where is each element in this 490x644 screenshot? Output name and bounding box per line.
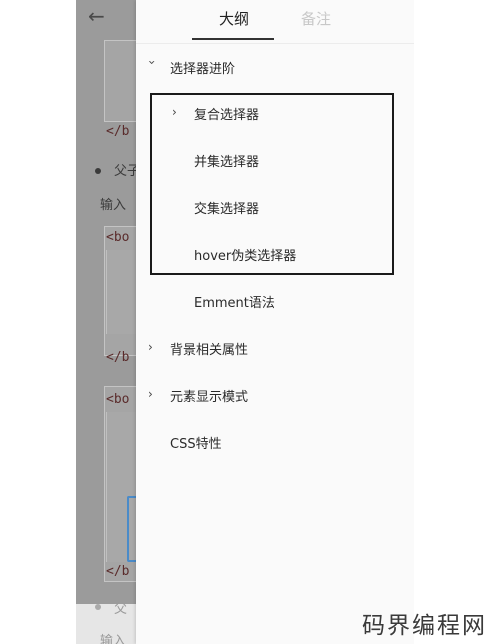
outline-item-label: 选择器进阶 <box>170 62 236 77</box>
drawer-tabs: 大纲 备注 <box>136 0 414 44</box>
code-closing-tag-1: </b <box>106 124 130 139</box>
background-document: ← </b 父子 输入 <bo </b <bo </b <box>76 0 136 644</box>
outline-item-emmet-syntax[interactable]: Emment语法 <box>136 286 414 316</box>
outline-item-label: 元素显示模式 <box>170 390 249 405</box>
chevron-down-icon[interactable]: › <box>145 60 159 72</box>
chevron-right-icon[interactable]: › <box>148 340 160 354</box>
outline-item-background-properties[interactable]: › 背景相关属性 <box>136 333 414 363</box>
chevron-right-icon[interactable]: › <box>148 387 160 401</box>
watermark-text: 码界编程网 <box>362 613 487 639</box>
tab-notes[interactable]: 备注 <box>301 8 331 29</box>
highlight-frame <box>150 93 394 275</box>
input-label: 输入 <box>100 198 127 213</box>
code-closing-tag-2: </b <box>106 350 130 365</box>
outline-item-label: Emment语法 <box>194 296 275 311</box>
code-inner-panel-1 <box>106 250 136 334</box>
bottom-input-label: 输入 <box>100 634 127 644</box>
outline-item-label: 背景相关属性 <box>170 343 249 358</box>
active-tab-indicator <box>192 38 274 40</box>
outline-item-selector-advanced[interactable]: › 选择器进阶 <box>136 52 414 82</box>
outline-item-css-features[interactable]: CSS特性 <box>136 427 414 457</box>
code-panel-1 <box>104 40 136 122</box>
blank-area <box>414 0 490 644</box>
outline-drawer: 大纲 备注 › 选择器进阶 › 复合选择器 并集选择器 交集选择器 hover伪… <box>136 0 414 644</box>
tab-outline[interactable]: 大纲 <box>219 8 249 29</box>
code-closing-tag-3: </b <box>106 564 130 579</box>
input-box-outline <box>127 496 136 562</box>
bullet-icon <box>95 604 101 610</box>
bullet-text: 父子 <box>114 164 136 179</box>
document-footer: 父 输入 <box>76 602 136 644</box>
bottom-bullet-text: 父 <box>114 602 128 617</box>
outline-item-display-mode[interactable]: › 元素显示模式 <box>136 380 414 410</box>
code-opening-tag-1: <bo <box>106 230 130 245</box>
bullet-icon <box>95 168 101 174</box>
back-arrow-icon[interactable]: ← <box>88 4 105 28</box>
outline-item-label: CSS特性 <box>170 437 222 452</box>
document-header: ← <box>76 0 136 40</box>
code-opening-tag-2: <bo <box>106 392 130 407</box>
